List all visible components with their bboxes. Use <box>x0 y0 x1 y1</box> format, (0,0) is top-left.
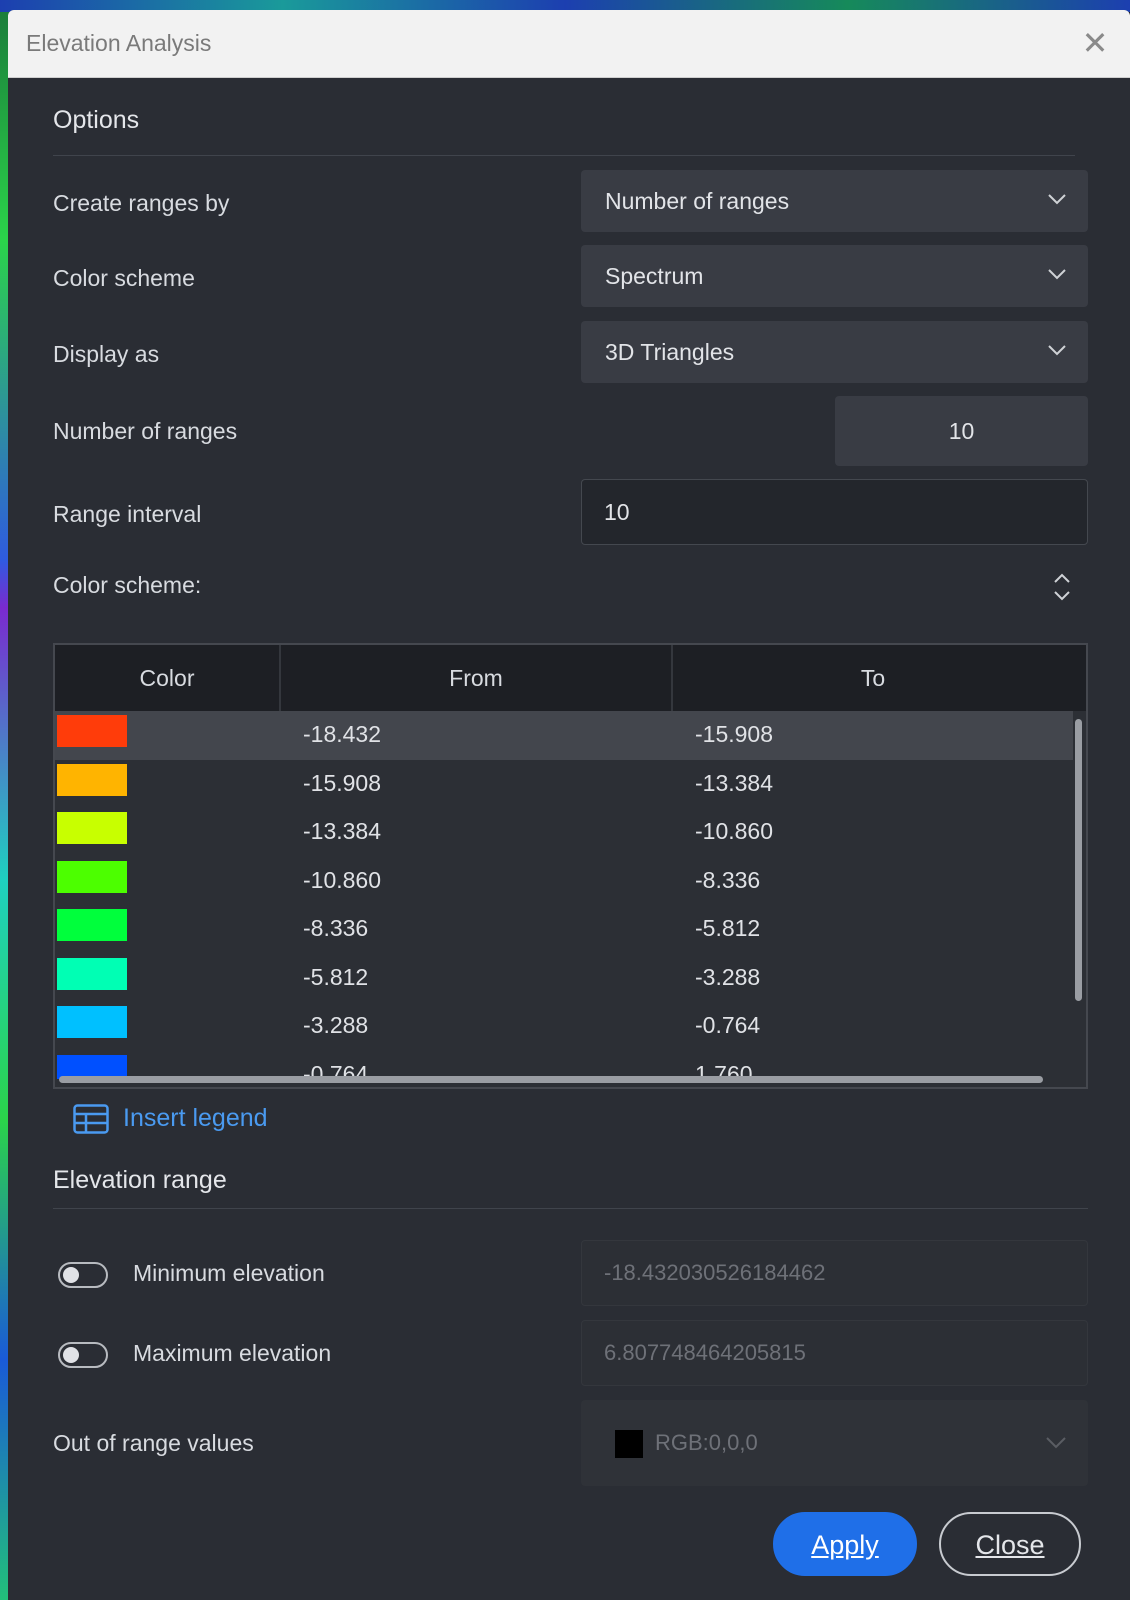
chevron-down-icon <box>1046 1437 1066 1449</box>
minimum-elevation-input: -18.432030526184462 <box>581 1240 1088 1306</box>
create-ranges-by-label: Create ranges by <box>53 190 230 216</box>
number-of-ranges-row: Number of ranges 10 <box>53 396 1088 472</box>
column-header-color[interactable]: Color <box>55 645 281 711</box>
title-bar: Elevation Analysis ✕ <box>8 10 1130 78</box>
table-row[interactable]: -3.288 -0.764 <box>55 1002 1073 1051</box>
color-scheme-table-header-row: Color scheme: <box>53 562 1088 612</box>
color-scheme-select[interactable]: Spectrum <box>581 245 1088 307</box>
table-body: -18.432 -15.908 -15.908 -13.384 -13.384 … <box>55 711 1073 1079</box>
display-as-label: Display as <box>53 341 160 367</box>
cell-to: -10.860 <box>695 818 774 844</box>
cell-from: -3.288 <box>303 1012 369 1038</box>
color-scheme-value: Spectrum <box>605 263 704 289</box>
insert-legend-link[interactable]: Insert legend <box>73 1100 373 1140</box>
range-interval-label: Range interval <box>53 501 202 527</box>
range-interval-input[interactable]: 10 <box>581 479 1088 545</box>
table-row[interactable]: -18.432 -15.908 <box>55 711 1073 760</box>
color-swatch <box>57 909 127 941</box>
color-swatch <box>57 715 127 747</box>
toggle-knob <box>63 1267 79 1283</box>
color-swatch <box>615 1430 643 1458</box>
elevation-range-title: Elevation range <box>53 1166 227 1194</box>
create-ranges-by-select[interactable]: Number of ranges <box>581 170 1088 232</box>
close-button[interactable]: Close <box>939 1512 1081 1576</box>
number-of-ranges-label: Number of ranges <box>53 418 238 444</box>
color-swatch <box>57 1006 127 1038</box>
maximum-elevation-row: Maximum elevation 6.807748464205815 <box>53 1320 1088 1390</box>
cell-from: -5.812 <box>303 963 369 990</box>
display-as-select[interactable]: 3D Triangles <box>581 321 1088 383</box>
out-of-range-color-select: RGB:0,0,0 <box>581 1400 1088 1486</box>
cell-from: -15.908 <box>303 769 382 796</box>
out-of-range-row: Out of range values RGB:0,0,0 <box>53 1400 1088 1486</box>
dialog-content: Options Create ranges by Number of range… <box>53 78 1088 1576</box>
display-as-row: Display as 3D Triangles <box>53 321 1088 397</box>
color-scheme-label: Color scheme <box>53 265 195 291</box>
color-scheme-table-wrap: Color From To -18.432 -15.908 -15.908 -1… <box>53 643 1088 1089</box>
vertical-scrollbar[interactable] <box>1075 719 1082 1001</box>
cell-from: -18.432 <box>303 721 382 747</box>
window-title: Elevation Analysis <box>26 30 212 56</box>
cell-to: -0.764 <box>695 1012 761 1038</box>
elevation-analysis-dialog: Elevation Analysis ✕ Options Create rang… <box>8 10 1130 1600</box>
out-of-range-label: Out of range values <box>53 1430 254 1456</box>
table-row[interactable]: -13.384 -10.860 <box>55 808 1073 857</box>
cell-to: -3.288 <box>695 963 761 990</box>
table-row[interactable]: -10.860 -8.336 <box>55 857 1073 906</box>
range-interval-row: Range interval 10 <box>53 479 1088 555</box>
table-header: Color From To <box>55 645 1086 711</box>
cell-from: -8.336 <box>303 915 369 941</box>
create-ranges-by-row: Create ranges by Number of ranges <box>53 170 1088 246</box>
chevron-down-icon <box>1048 345 1066 356</box>
maximum-elevation-label: Maximum elevation <box>133 1340 332 1366</box>
close-icon[interactable]: ✕ <box>1078 26 1112 60</box>
cell-from: -10.860 <box>303 866 382 893</box>
create-ranges-by-value: Number of ranges <box>605 188 790 214</box>
expand-collapse-icon[interactable] <box>1050 570 1074 604</box>
number-of-ranges-input[interactable]: 10 <box>835 396 1088 466</box>
elevation-range-section: Elevation range <box>53 1166 1088 1209</box>
column-header-from[interactable]: From <box>281 645 673 711</box>
display-as-value: 3D Triangles <box>605 339 735 365</box>
table-icon <box>73 1104 109 1134</box>
color-scheme-table-label: Color scheme: <box>53 572 202 598</box>
options-section-title: Options <box>53 78 1075 156</box>
minimum-elevation-row: Minimum elevation -18.432030526184462 <box>53 1240 1088 1310</box>
color-swatch <box>57 860 127 893</box>
color-scheme-row: Color scheme Spectrum <box>53 245 1088 321</box>
color-swatch <box>57 957 127 990</box>
color-swatch <box>57 763 127 796</box>
minimum-elevation-label: Minimum elevation <box>133 1260 325 1286</box>
table-row[interactable]: -0.764 1.760 <box>55 1051 1073 1079</box>
table-row[interactable]: -15.908 -13.384 <box>55 760 1073 809</box>
cell-from: -13.384 <box>303 818 382 844</box>
cell-to: -13.384 <box>695 769 774 796</box>
cell-to: -15.908 <box>695 721 774 747</box>
insert-legend-label: Insert legend <box>123 1104 268 1132</box>
color-swatch <box>57 812 127 844</box>
out-of-range-value: RGB:0,0,0 <box>655 1430 758 1455</box>
table-row[interactable]: -5.812 -3.288 <box>55 954 1073 1003</box>
toggle-knob <box>63 1347 79 1363</box>
apply-button[interactable]: Apply <box>773 1512 917 1576</box>
maximum-elevation-input: 6.807748464205815 <box>581 1320 1088 1386</box>
horizontal-scrollbar[interactable] <box>59 1076 1043 1083</box>
table-row[interactable]: -8.336 -5.812 <box>55 905 1073 954</box>
cell-to: -8.336 <box>695 866 761 893</box>
cell-to: -5.812 <box>695 915 761 941</box>
color-scheme-table: Color From To -18.432 -15.908 -15.908 -1… <box>53 643 1088 1089</box>
chevron-down-icon <box>1048 194 1066 205</box>
maximum-elevation-toggle[interactable] <box>58 1342 108 1368</box>
chevron-down-icon <box>1048 269 1066 280</box>
minimum-elevation-toggle[interactable] <box>58 1262 108 1288</box>
column-header-to[interactable]: To <box>673 645 1073 711</box>
